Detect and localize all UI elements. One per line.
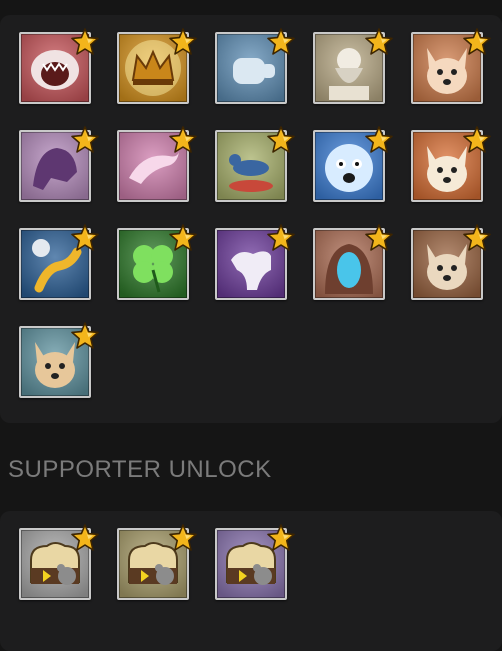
achievement-tile[interactable] — [117, 126, 197, 202]
star-icon — [71, 126, 99, 153]
star-icon — [71, 224, 99, 251]
star-icon — [169, 28, 197, 55]
star-icon — [169, 524, 197, 551]
star-icon — [463, 28, 491, 55]
star-icon — [267, 126, 295, 153]
achievement-tile[interactable] — [215, 28, 295, 104]
achievement-tile[interactable] — [411, 28, 491, 104]
star-icon — [267, 28, 295, 55]
star-icon — [463, 224, 491, 251]
achievement-tile[interactable] — [313, 224, 393, 300]
supporter-tile[interactable] — [19, 524, 99, 600]
star-icon — [365, 126, 393, 153]
achievement-tile[interactable] — [313, 126, 393, 202]
star-icon — [169, 126, 197, 153]
supporter-tile[interactable] — [215, 524, 295, 600]
star-icon — [267, 224, 295, 251]
star-icon — [365, 28, 393, 55]
achievement-tile[interactable] — [19, 322, 99, 398]
supporter-tile[interactable] — [117, 524, 197, 600]
achievement-tile[interactable] — [117, 224, 197, 300]
achievement-tile[interactable] — [19, 126, 99, 202]
achievement-tile[interactable] — [313, 28, 393, 104]
star-icon — [71, 28, 99, 55]
star-icon — [169, 224, 197, 251]
achievement-tile[interactable] — [19, 224, 99, 300]
star-icon — [463, 126, 491, 153]
achievement-tile[interactable] — [411, 224, 491, 300]
star-icon — [267, 524, 295, 551]
achievement-tile[interactable] — [411, 126, 491, 202]
star-icon — [71, 322, 99, 349]
achievement-tile[interactable] — [19, 28, 99, 104]
achievement-tile[interactable] — [117, 28, 197, 104]
star-icon — [365, 224, 393, 251]
section-heading: SUPPORTER UNLOCK — [8, 456, 272, 483]
achievement-tile[interactable] — [215, 126, 295, 202]
star-icon — [71, 524, 99, 551]
achievement-tile[interactable] — [215, 224, 295, 300]
